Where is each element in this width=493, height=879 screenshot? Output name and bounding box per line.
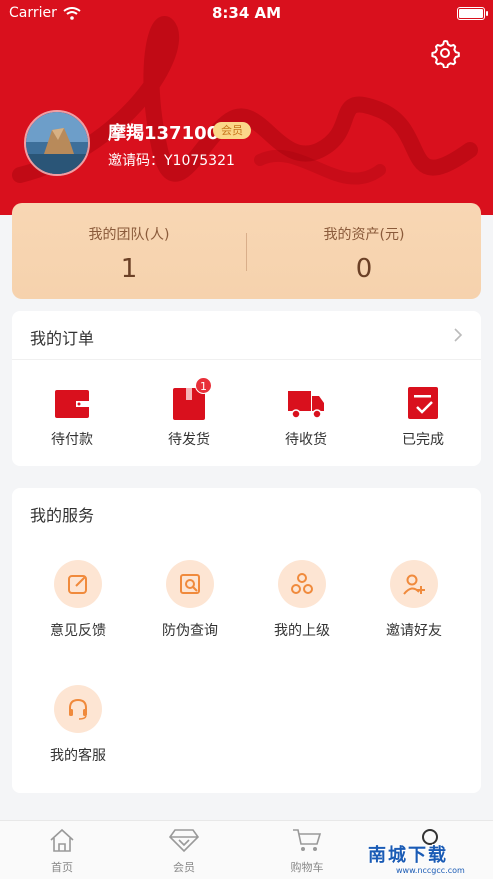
profile-header <box>0 0 493 215</box>
asset-stat[interactable]: 我的资产(元) 0 <box>247 203 481 299</box>
anti-fake-search-icon <box>166 560 214 608</box>
team-stat[interactable]: 我的团队(人) 1 <box>12 203 246 299</box>
order-count-badge: 1 <box>195 377 212 394</box>
service-label: 我的客服 <box>50 748 106 764</box>
tab-label: 首页 <box>51 861 73 874</box>
feedback-icon <box>54 560 102 608</box>
services-card: 我的服务 意见反馈 防伪查询 我的上级 邀请好友 我的客服 <box>12 488 481 793</box>
order-label: 待收货 <box>285 432 327 448</box>
checklist-icon <box>405 385 441 421</box>
battery-icon <box>457 7 488 20</box>
headset-icon <box>54 685 102 733</box>
tab-cart[interactable]: 购物车 <box>267 827 347 875</box>
settings-gear-icon[interactable] <box>430 38 460 68</box>
member-badge: 会员 <box>213 122 251 139</box>
order-pending-shipment[interactable]: 1 待发货 <box>139 377 239 449</box>
service-superior[interactable]: 我的上级 <box>252 560 352 640</box>
order-label: 已完成 <box>402 432 444 448</box>
tab-member[interactable]: 会员 <box>144 827 224 875</box>
team-label: 我的团队(人) <box>88 227 170 243</box>
truck-icon <box>288 385 324 421</box>
order-completed[interactable]: 已完成 <box>373 385 473 449</box>
tab-label: 购物车 <box>290 861 324 874</box>
status-bar: Carrier 8:34 AM <box>0 0 493 26</box>
watermark-url: www.nccgcc.com <box>396 866 465 875</box>
service-invite[interactable]: 邀请好友 <box>364 560 464 640</box>
service-label: 邀请好友 <box>386 623 442 639</box>
service-label: 我的上级 <box>274 623 330 639</box>
site-watermark: 南城下载 www.nccgcc.com <box>368 846 490 877</box>
tab-label: 会员 <box>173 861 195 874</box>
chevron-right-icon[interactable] <box>453 328 463 342</box>
add-user-icon <box>390 560 438 608</box>
package-icon: 1 <box>171 377 212 421</box>
order-label: 待付款 <box>51 432 93 448</box>
asset-value: 0 <box>355 254 373 284</box>
username: 摩羯137100 <box>108 123 220 144</box>
hierarchy-icon <box>278 560 326 608</box>
order-pending-payment[interactable]: 待付款 <box>22 385 122 449</box>
service-label: 意见反馈 <box>50 623 106 639</box>
cart-icon <box>293 829 322 851</box>
services-title: 我的服务 <box>30 506 95 525</box>
orders-title: 我的订单 <box>30 329 95 348</box>
order-label: 待发货 <box>168 432 210 448</box>
service-anti-fake[interactable]: 防伪查询 <box>140 560 240 640</box>
home-icon <box>50 828 74 852</box>
team-value: 1 <box>120 254 138 284</box>
avatar[interactable] <box>24 110 90 176</box>
watermark-text: 南城下载 <box>368 845 448 866</box>
wallet-icon <box>54 385 90 421</box>
asset-label: 我的资产(元) <box>323 227 405 243</box>
service-customer-support[interactable]: 我的客服 <box>28 685 128 765</box>
tab-home[interactable]: 首页 <box>22 827 102 875</box>
orders-card: 我的订单 待付款 1 待发货 待收货 已完成 <box>12 311 481 466</box>
asset-summary-card: 我的团队(人) 1 我的资产(元) 0 <box>12 203 481 299</box>
diamond-icon <box>168 829 200 853</box>
header-swirl-decoration <box>12 16 478 185</box>
order-pending-receipt[interactable]: 待收货 <box>256 385 356 449</box>
service-label: 防伪查询 <box>162 623 218 639</box>
invite-code: 邀请码：Y1075321 <box>108 153 235 169</box>
orders-header[interactable]: 我的订单 <box>12 311 481 360</box>
service-feedback[interactable]: 意见反馈 <box>28 560 128 640</box>
status-time: 8:34 AM <box>211 4 282 22</box>
